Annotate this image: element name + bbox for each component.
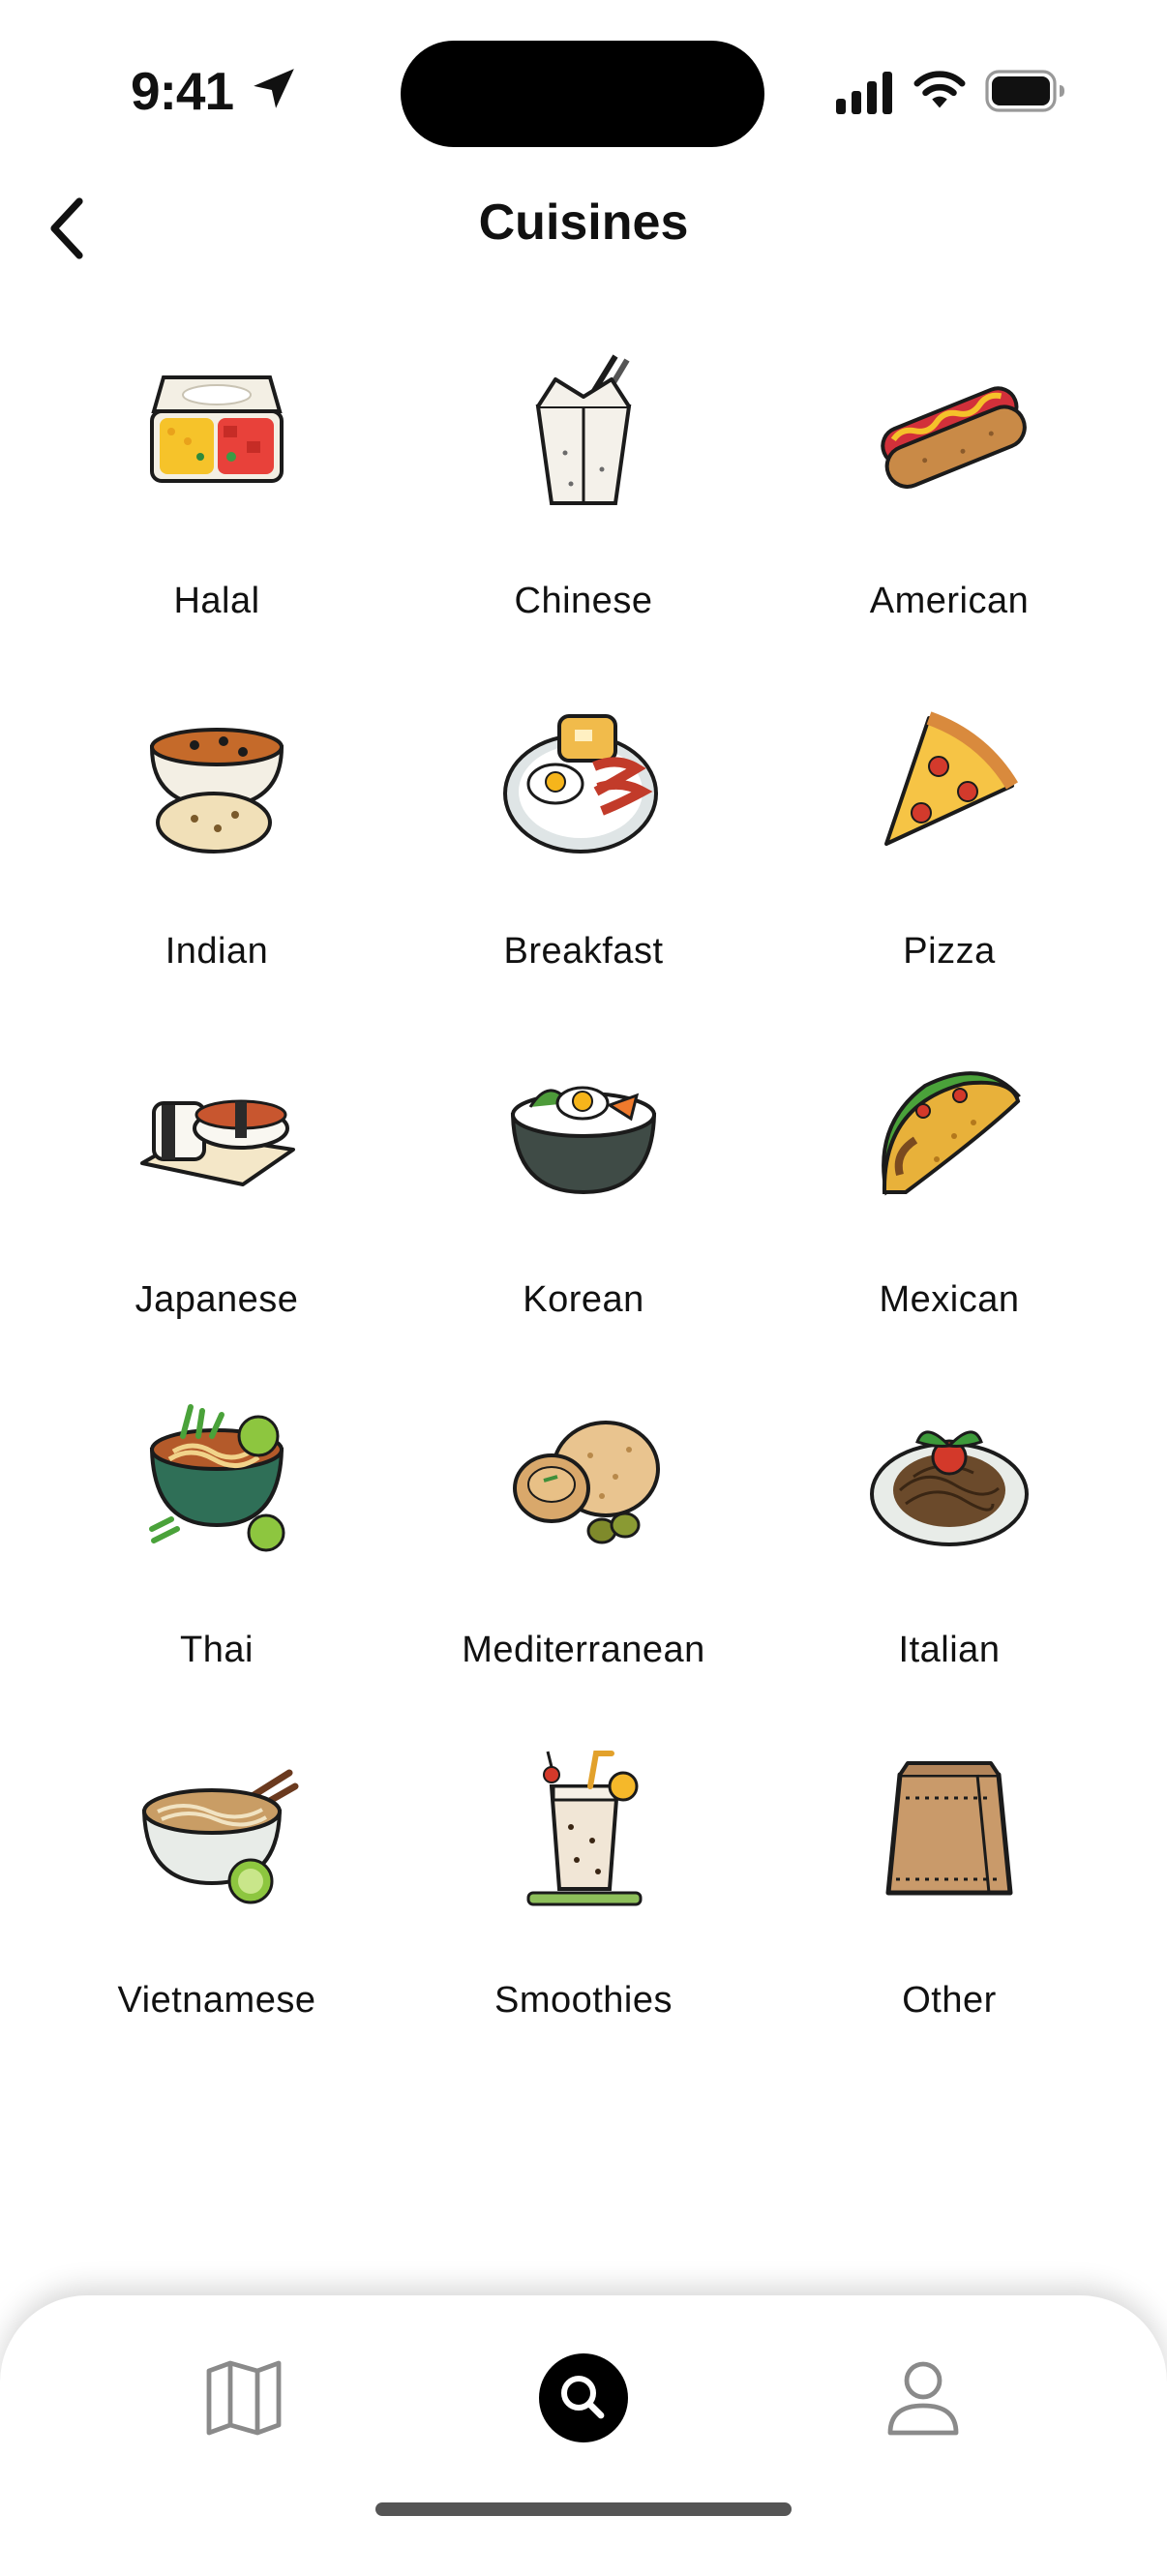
pho-bowl-icon	[141, 1769, 299, 1904]
map-icon[interactable]	[197, 2351, 290, 2444]
status-bar: 9:41	[0, 0, 1167, 184]
cuisine-item-mexican[interactable]: Mexican	[755, 1047, 1144, 1395]
cuisine-label: Indian	[165, 931, 269, 972]
page-title: Cuisines	[478, 195, 689, 251]
cuisine-label: Other	[902, 1980, 997, 2021]
cuisine-label: Breakfast	[503, 931, 664, 972]
smoothie-cup-icon	[526, 1751, 643, 1906]
home-indicator	[375, 2502, 792, 2516]
cuisine-item-smoothies[interactable]: Smoothies	[389, 1748, 778, 2096]
person-icon[interactable]	[877, 2351, 970, 2444]
thai-noodle-bowl-icon	[149, 1404, 285, 1552]
taco-icon	[882, 1071, 1021, 1196]
cuisine-label: Mediterranean	[462, 1630, 705, 1670]
search-icon[interactable]	[537, 2351, 630, 2444]
cuisine-item-halal[interactable]: Halal	[22, 348, 411, 697]
cuisine-label: Chinese	[514, 581, 653, 621]
cuisine-item-breakfast[interactable]: Breakfast	[389, 699, 778, 1047]
cuisine-label: Halal	[173, 581, 260, 621]
location-arrow-icon	[254, 69, 294, 108]
dynamic-island	[401, 41, 764, 147]
pita-falafel-icon	[513, 1421, 660, 1544]
wifi-icon	[913, 71, 966, 108]
status-time: 9:41	[131, 61, 234, 121]
halal-takeout-icon	[150, 375, 284, 483]
cuisine-label: Japanese	[135, 1279, 299, 1320]
cuisine-label: Mexican	[879, 1279, 1020, 1320]
cuisine-item-indian[interactable]: Indian	[22, 699, 411, 1047]
spaghetti-icon	[870, 1430, 1029, 1546]
cuisine-item-american[interactable]: American	[755, 348, 1144, 697]
bibimbap-icon	[510, 1086, 657, 1195]
cuisine-label: Pizza	[903, 931, 996, 972]
cuisine-item-vietnamese[interactable]: Vietnamese	[22, 1748, 411, 2096]
cuisine-item-mediterranean[interactable]: Mediterranean	[389, 1397, 778, 1746]
cuisine-label: Vietnamese	[117, 1980, 316, 2021]
breakfast-plate-icon	[503, 714, 658, 854]
pizza-slice-icon	[884, 711, 1019, 846]
cuisine-label: Italian	[898, 1630, 1001, 1670]
cuisine-label: Thai	[180, 1630, 254, 1670]
cuisine-label: American	[869, 581, 1030, 621]
paper-bag-icon	[885, 1761, 1013, 1896]
sushi-icon	[140, 1099, 295, 1186]
hot-dog-icon	[881, 386, 1027, 489]
cuisine-item-other[interactable]: Other	[755, 1748, 1144, 2096]
cuisine-item-italian[interactable]: Italian	[755, 1397, 1144, 1746]
battery-icon	[985, 70, 1064, 112]
cuisine-item-thai[interactable]: Thai	[22, 1397, 411, 1746]
tab-bar	[0, 2295, 1167, 2576]
chinese-takeout-box-icon	[535, 354, 632, 505]
cuisine-item-pizza[interactable]: Pizza	[755, 699, 1144, 1047]
cuisine-item-korean[interactable]: Korean	[389, 1047, 778, 1395]
cellular-signal-icon	[836, 72, 892, 114]
cuisine-item-japanese[interactable]: Japanese	[22, 1047, 411, 1395]
curry-naan-icon	[149, 728, 284, 854]
cuisine-label: Smoothies	[494, 1980, 673, 2021]
cuisine-item-chinese[interactable]: Chinese	[389, 348, 778, 697]
cuisine-label: Korean	[523, 1279, 644, 1320]
